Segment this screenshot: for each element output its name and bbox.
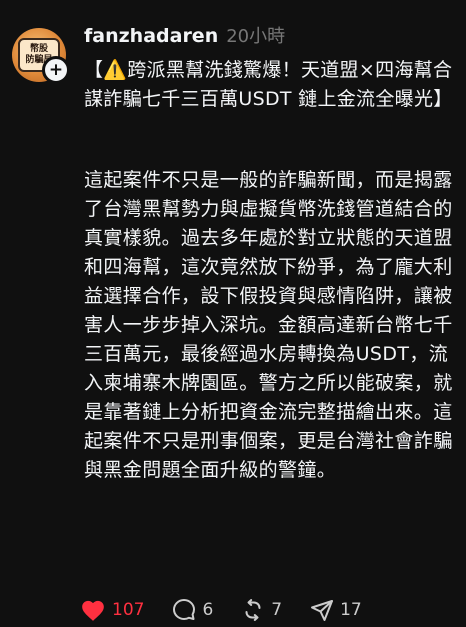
repost-button[interactable]: 7 xyxy=(241,598,282,622)
repost-icon xyxy=(241,598,265,622)
timestamp[interactable]: 20小時 xyxy=(226,22,285,48)
share-button[interactable]: 17 xyxy=(310,598,362,622)
repost-count: 7 xyxy=(271,600,283,620)
comment-icon xyxy=(172,598,196,622)
avatar-container[interactable]: 幣股 防騙局 + xyxy=(12,28,70,84)
username[interactable]: fanzhadaren xyxy=(84,25,218,47)
share-count: 17 xyxy=(340,600,362,620)
comment-button[interactable]: 6 xyxy=(172,598,213,622)
avatar-badge-line1: 幣股 xyxy=(29,44,48,54)
send-icon xyxy=(310,598,334,622)
post-body: 這起案件不只是一般的詐騙新聞，而是揭露了台灣黑幫勢力與虛擬貨幣洗錢管道結合的真實… xyxy=(84,169,453,481)
like-button[interactable]: 107 xyxy=(80,598,144,622)
comment-count: 6 xyxy=(202,600,214,620)
post-title: 【⚠️跨派黑幫洗錢驚爆！天道盟×四海幫合謀詐騙七千三百萬USDT 鏈上金流全曝光… xyxy=(84,59,453,110)
post-header: fanzhadaren 20小時 xyxy=(84,22,285,52)
action-bar: 107 6 7 17 xyxy=(80,596,390,624)
follow-button[interactable]: + xyxy=(42,56,70,84)
heart-icon xyxy=(80,598,106,622)
like-count: 107 xyxy=(112,600,145,620)
plus-icon: + xyxy=(48,59,64,80)
